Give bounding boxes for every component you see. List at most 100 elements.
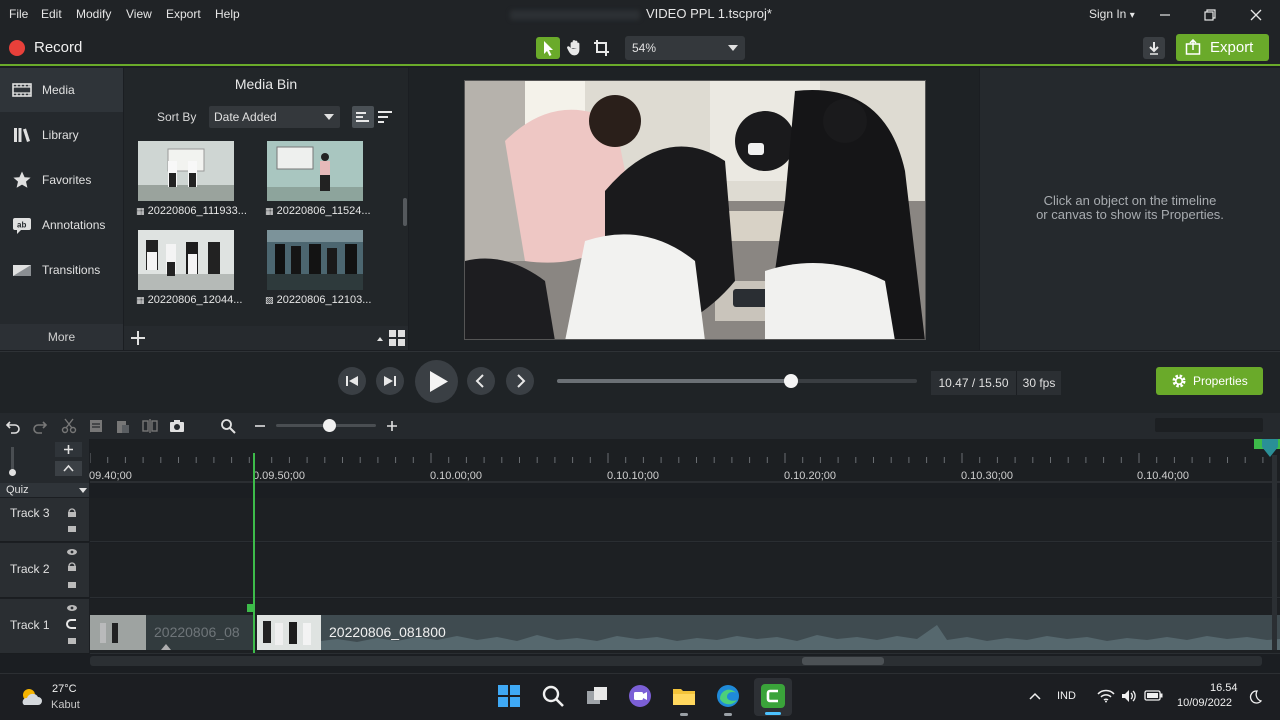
- thumbnail-size-button[interactable]: [376, 329, 384, 347]
- nav-annotations[interactable]: ab Annotations: [0, 203, 123, 247]
- app-active-indicator: [765, 712, 781, 715]
- menu-modify[interactable]: Modify: [76, 7, 111, 21]
- grid-view-button[interactable]: [387, 328, 407, 348]
- video-canvas[interactable]: [464, 80, 926, 340]
- file-explorer-icon[interactable]: [671, 683, 697, 709]
- next-button[interactable]: [506, 367, 534, 395]
- record-button[interactable]: Record: [34, 39, 82, 56]
- media-thumbnail: [267, 141, 363, 201]
- playhead[interactable]: [253, 453, 255, 653]
- scrubber-handle[interactable]: [784, 374, 798, 388]
- split-icon[interactable]: [142, 418, 158, 434]
- zoom-in-icon[interactable]: [384, 418, 400, 434]
- focus-assist-moon-icon[interactable]: [1248, 690, 1262, 704]
- track-height-handle[interactable]: [9, 469, 16, 476]
- menu-edit[interactable]: Edit: [41, 7, 62, 21]
- search-icon[interactable]: [540, 683, 566, 709]
- media-bin-scrollbar[interactable]: [403, 198, 407, 226]
- task-view-icon[interactable]: [584, 683, 610, 709]
- plus-icon: [131, 331, 145, 345]
- close-button[interactable]: [1246, 5, 1266, 25]
- step-back-button[interactable]: [338, 367, 366, 395]
- media-thumbnail: [138, 141, 234, 201]
- scrollbar-thumb[interactable]: [802, 657, 884, 665]
- sort-order-button[interactable]: [374, 106, 396, 128]
- track-lane-3[interactable]: [90, 498, 1280, 542]
- copy-icon[interactable]: [88, 418, 104, 434]
- track-header-1[interactable]: Track 1: [0, 599, 89, 654]
- playback-scrubber[interactable]: [557, 374, 917, 388]
- previous-button[interactable]: [467, 367, 495, 395]
- track-lane-2[interactable]: [90, 543, 1280, 598]
- track-visibility-icon[interactable]: [66, 548, 78, 594]
- restore-icon: [1204, 9, 1216, 21]
- track-lock-icon[interactable]: [66, 506, 78, 538]
- sort-by-select[interactable]: Date Added: [209, 106, 340, 128]
- tool-panel: Media Library Favorites ab Annotations T…: [0, 68, 123, 350]
- media-item[interactable]: ▦ 20220806_12044...: [134, 226, 258, 314]
- timeline-zoom-handle[interactable]: [323, 419, 336, 432]
- paste-icon[interactable]: [115, 418, 131, 434]
- track-header-3[interactable]: Track 3: [0, 498, 89, 542]
- collapse-tracks-button[interactable]: [55, 461, 82, 476]
- menu-file[interactable]: File: [9, 7, 28, 21]
- track-header-2[interactable]: Track 2: [0, 543, 89, 598]
- export-button[interactable]: Export: [1176, 34, 1269, 61]
- nav-media[interactable]: Media: [0, 68, 123, 112]
- menu-view[interactable]: View: [126, 7, 152, 21]
- sign-in-button[interactable]: Sign In ▾: [1089, 7, 1135, 21]
- clock-time[interactable]: 16.54: [1210, 682, 1238, 694]
- play-button[interactable]: [415, 360, 458, 403]
- timeline-ruler[interactable]: 09.40;00 0.09.50;00 0.10.00;00 0.10.10;0…: [89, 439, 1280, 483]
- timeline-zoom-slider[interactable]: [276, 419, 376, 432]
- wifi-icon[interactable]: [1097, 689, 1115, 703]
- menu-export[interactable]: Export: [166, 7, 201, 21]
- menu-help[interactable]: Help: [215, 7, 240, 21]
- media-item[interactable]: ▦ 20220806_11524...: [263, 137, 387, 225]
- edge-browser-icon[interactable]: [715, 683, 741, 709]
- properties-button[interactable]: Properties: [1156, 367, 1263, 395]
- camtasia-taskbar-button[interactable]: [754, 678, 792, 716]
- input-language[interactable]: IND: [1057, 690, 1076, 702]
- windows-start-icon[interactable]: [496, 683, 522, 709]
- playhead-marker[interactable]: [247, 604, 255, 612]
- details-view-button[interactable]: [352, 106, 374, 128]
- undo-icon[interactable]: [5, 418, 21, 434]
- step-forward-button[interactable]: [376, 367, 404, 395]
- timeline-clip[interactable]: 20220806_08: [90, 615, 255, 650]
- clock-date[interactable]: 10/09/2022: [1177, 697, 1232, 709]
- minimize-button[interactable]: [1155, 5, 1175, 25]
- more-button[interactable]: More: [0, 324, 123, 350]
- cut-icon[interactable]: [61, 418, 77, 434]
- timeline-horizontal-scrollbar[interactable]: [90, 656, 1262, 666]
- select-tool-button[interactable]: [536, 37, 560, 59]
- crop-tool-button[interactable]: [590, 37, 614, 59]
- zoom-value: 54%: [632, 41, 657, 55]
- battery-icon[interactable]: [1144, 690, 1164, 702]
- pan-tool-button[interactable]: [563, 37, 587, 59]
- media-item[interactable]: ▨ 20220806_12103...: [263, 226, 387, 314]
- zoom-out-icon[interactable]: [252, 418, 268, 434]
- download-button[interactable]: [1143, 37, 1165, 59]
- nav-transitions[interactable]: Transitions: [0, 248, 123, 292]
- quiz-track-selector[interactable]: Quiz: [0, 483, 89, 497]
- restore-button[interactable]: [1200, 5, 1220, 25]
- list-align-icon: [356, 112, 369, 122]
- teams-chat-icon[interactable]: [627, 683, 653, 709]
- nav-library[interactable]: Library: [0, 113, 123, 157]
- speaker-icon[interactable]: [1121, 689, 1139, 703]
- chevron-up-icon[interactable]: [1028, 691, 1042, 701]
- add-track-button[interactable]: [55, 442, 82, 457]
- zoom-select[interactable]: 54%: [625, 36, 745, 60]
- track-magnet-icon[interactable]: [65, 604, 79, 650]
- import-media-button[interactable]: [128, 328, 148, 348]
- track-header-controls: [0, 439, 89, 483]
- zoom-icon[interactable]: [220, 418, 236, 434]
- timeline-vertical-scrollbar[interactable]: [1272, 455, 1277, 650]
- play-icon: [430, 371, 448, 392]
- nav-favorites[interactable]: Favorites: [0, 158, 123, 202]
- redo-icon[interactable]: [32, 418, 48, 434]
- timeline-clip-selected[interactable]: 20220806_081800: [257, 615, 1280, 650]
- media-item[interactable]: ▦ 20220806_111933...: [134, 137, 258, 225]
- camera-icon[interactable]: [169, 418, 185, 434]
